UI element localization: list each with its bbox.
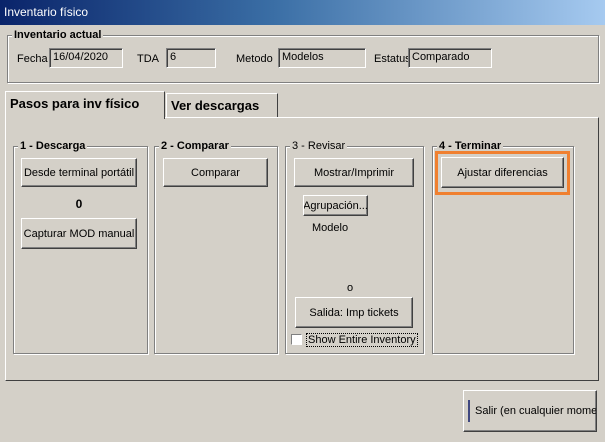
terminal-portatil-button[interactable]: Desde terminal portátil	[21, 158, 137, 187]
estatus-field[interactable]: Comparado	[408, 48, 492, 68]
tab-pasos-label: Pasos para inv físico	[10, 96, 140, 111]
title-bar: Inventario físico	[0, 0, 605, 25]
tab-ver-descargas[interactable]: Ver descargas	[166, 93, 278, 117]
descarga-count: 0	[75, 197, 83, 211]
mostrar-imprimir-label: Mostrar/Imprimir	[313, 166, 395, 179]
salida-imp-tickets-label: Salida: Imp tickets	[309, 306, 399, 319]
ajustar-diferencias-button[interactable]: Ajustar diferencias	[441, 157, 564, 188]
salida-imp-tickets-button[interactable]: Salida: Imp tickets	[295, 297, 413, 328]
current-inventory-legend: Inventario actual	[12, 29, 104, 41]
agrupacion-button[interactable]: Agrupación...	[303, 195, 368, 216]
terminal-portatil-label: Desde terminal portátil	[23, 166, 135, 179]
mostrar-imprimir-button[interactable]: Mostrar/Imprimir	[294, 158, 414, 187]
step-descarga-legend: 1 - Descarga	[18, 140, 88, 152]
tda-label: TDA	[137, 53, 159, 65]
exit-icon	[468, 400, 470, 422]
revisar-count: o	[347, 282, 354, 294]
capturar-manual-label: Capturar MOD manual	[23, 227, 135, 240]
ajustar-diferencias-label: Ajustar diferencias	[457, 166, 548, 179]
fecha-label: Fecha	[17, 53, 48, 65]
metodo-field[interactable]: Modelos	[278, 48, 366, 68]
window-title: Inventario físico	[4, 5, 89, 19]
capturar-manual-button[interactable]: Capturar MOD manual	[21, 218, 137, 249]
agrupacion-value: Modelo	[312, 222, 349, 234]
estatus-label: Estatus	[374, 53, 411, 65]
show-entire-inventory-label: Show Entire Inventory	[306, 333, 418, 347]
step-comparar-legend: 2 - Comparar	[159, 140, 231, 152]
tda-field[interactable]: 6	[166, 48, 216, 68]
comparar-label: Comparar	[191, 166, 240, 179]
exit-label: Salir (en cualquier momento)	[475, 405, 597, 417]
tab-pasos[interactable]: Pasos para inv físico	[5, 91, 165, 119]
agrupacion-label: Agrupación...	[303, 199, 368, 212]
comparar-button[interactable]: Comparar	[163, 158, 268, 187]
metodo-label: Metodo	[236, 53, 273, 65]
fecha-field[interactable]: 16/04/2020	[49, 48, 123, 68]
step-revisar-legend: 3 - Revisar	[290, 140, 348, 152]
exit-button[interactable]: Salir (en cualquier momento)	[463, 390, 597, 432]
show-entire-inventory-checkbox[interactable]	[291, 334, 302, 345]
tab-ver-descargas-label: Ver descargas	[171, 98, 260, 113]
